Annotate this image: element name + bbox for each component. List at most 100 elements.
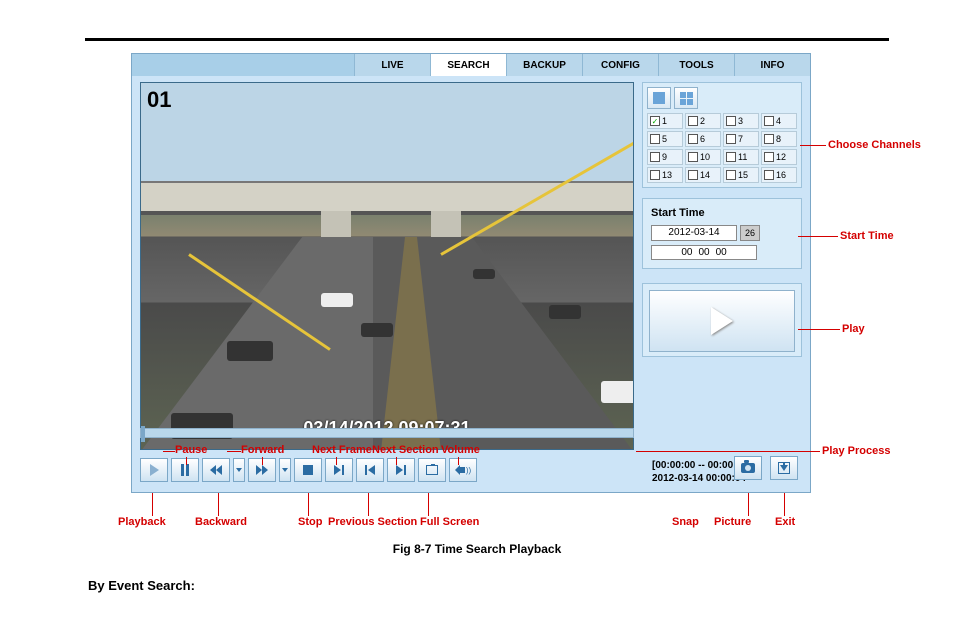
grid-view-icon (680, 92, 693, 105)
channel-cell-15[interactable]: 15 (723, 167, 759, 183)
channel-checkbox[interactable] (688, 134, 698, 144)
video-viewport[interactable]: 01 03/14/2012 09:07:31 (140, 82, 634, 450)
channel-checkbox[interactable] (650, 170, 660, 180)
start-time-panel: Start Time 2012-03-14 26 00 00 00 (642, 198, 802, 269)
tab-config[interactable]: CONFIG (582, 54, 658, 76)
channel-label: 16 (776, 170, 786, 180)
pause-button[interactable] (171, 458, 199, 482)
channel-cell-16[interactable]: 16 (761, 167, 797, 183)
scene-car (549, 305, 581, 319)
channel-label: 8 (776, 134, 781, 144)
scene-car (321, 293, 353, 307)
backward-button[interactable] (202, 458, 230, 482)
channel-label: 4 (776, 116, 781, 126)
annotation-pause: Pause (175, 444, 207, 456)
fullscreen-icon (426, 465, 438, 475)
fast-forward-icon (256, 465, 268, 475)
channel-cell-9[interactable]: 9 (647, 149, 683, 165)
channel-checkbox[interactable] (764, 170, 774, 180)
channel-cell-2[interactable]: 2 (685, 113, 721, 129)
annotation-volume: Volume (441, 444, 480, 456)
tab-backup[interactable]: BACKUP (506, 54, 582, 76)
channel-cell-7[interactable]: 7 (723, 131, 759, 147)
skip-back-icon (365, 465, 375, 475)
channel-checkbox[interactable] (764, 152, 774, 162)
channel-cell-14[interactable]: 14 (685, 167, 721, 183)
channel-checkbox[interactable]: ✓ (650, 116, 660, 126)
start-time-title: Start Time (651, 207, 793, 219)
channel-selector-panel: ✓12345678910111213141516 (642, 82, 802, 188)
annotation-full-screen: Full Screen (420, 516, 479, 528)
next-frame-button[interactable] (325, 458, 353, 482)
channel-label: 3 (738, 116, 743, 126)
channel-checkbox[interactable] (726, 152, 736, 162)
channel-cell-8[interactable]: 8 (761, 131, 797, 147)
annotation-playback: Playback (118, 516, 166, 528)
tab-search[interactable]: SEARCH (430, 54, 506, 76)
channel-checkbox[interactable] (688, 170, 698, 180)
forward-speed-dropdown[interactable] (279, 458, 291, 482)
calendar-button[interactable]: 26 (740, 225, 760, 241)
backward-speed-dropdown[interactable] (233, 458, 245, 482)
figure-caption: Fig 8-7 Time Search Playback (0, 542, 954, 556)
annotation-line (800, 145, 826, 146)
channel-cell-6[interactable]: 6 (685, 131, 721, 147)
channel-cell-13[interactable]: 13 (647, 167, 683, 183)
channel-cell-4[interactable]: 4 (761, 113, 797, 129)
play-button[interactable] (649, 290, 795, 352)
horizontal-rule (85, 38, 889, 41)
previous-section-button[interactable] (356, 458, 384, 482)
player-window: LIVE SEARCH BACKUP CONFIG TOOLS INFO 01 … (131, 53, 811, 493)
time-mm: 00 (698, 247, 709, 258)
channel-checkbox[interactable] (726, 134, 736, 144)
scene-pillar (431, 211, 461, 237)
annotation-line (428, 493, 429, 516)
annotation-start-time: Start Time (840, 230, 894, 242)
date-input[interactable]: 2012-03-14 (651, 225, 737, 241)
tab-info[interactable]: INFO (734, 54, 810, 76)
tab-bar: LIVE SEARCH BACKUP CONFIG TOOLS INFO (132, 54, 810, 76)
time-input[interactable]: 00 00 00 (651, 245, 757, 260)
annotation-line (262, 457, 263, 465)
channel-checkbox[interactable] (688, 152, 698, 162)
channel-checkbox[interactable] (726, 170, 736, 180)
fullscreen-button[interactable] (418, 458, 446, 482)
volume-button[interactable]: )) (449, 458, 477, 482)
channel-cell-3[interactable]: 3 (723, 113, 759, 129)
channel-checkbox[interactable] (726, 116, 736, 126)
channel-checkbox[interactable] (764, 134, 774, 144)
annotation-line (784, 493, 785, 516)
channel-cell-10[interactable]: 10 (685, 149, 721, 165)
snapshot-button[interactable] (734, 456, 762, 480)
next-section-button[interactable] (387, 458, 415, 482)
annotation-line (636, 451, 820, 452)
annotation-line (458, 457, 459, 465)
exit-button[interactable] (770, 456, 798, 480)
channel-checkbox[interactable] (688, 116, 698, 126)
channel-label: 1 (662, 116, 667, 126)
tab-tools[interactable]: TOOLS (658, 54, 734, 76)
channel-cell-5[interactable]: 5 (647, 131, 683, 147)
caret-down-icon (282, 468, 288, 472)
scene-car (601, 381, 634, 403)
playback-button[interactable] (140, 458, 168, 482)
channel-checkbox[interactable] (764, 116, 774, 126)
scene-car (227, 341, 273, 361)
channel-label: 12 (776, 152, 786, 162)
channel-checkbox[interactable] (650, 152, 660, 162)
stop-button[interactable] (294, 458, 322, 482)
channel-label: 7 (738, 134, 743, 144)
channel-checkbox[interactable] (650, 134, 660, 144)
channel-cell-12[interactable]: 12 (761, 149, 797, 165)
channel-label: 13 (662, 170, 672, 180)
annotation-play-process: Play Process (822, 445, 891, 457)
tab-live[interactable]: LIVE (354, 54, 430, 76)
channel-cell-11[interactable]: 11 (723, 149, 759, 165)
layout-grid-button[interactable] (674, 87, 698, 109)
annotation-line (336, 457, 337, 465)
timeline-slider[interactable] (140, 428, 634, 438)
time-hh: 00 (681, 247, 692, 258)
layout-single-button[interactable] (647, 87, 671, 109)
channel-cell-1[interactable]: ✓1 (647, 113, 683, 129)
single-view-icon (653, 92, 665, 104)
